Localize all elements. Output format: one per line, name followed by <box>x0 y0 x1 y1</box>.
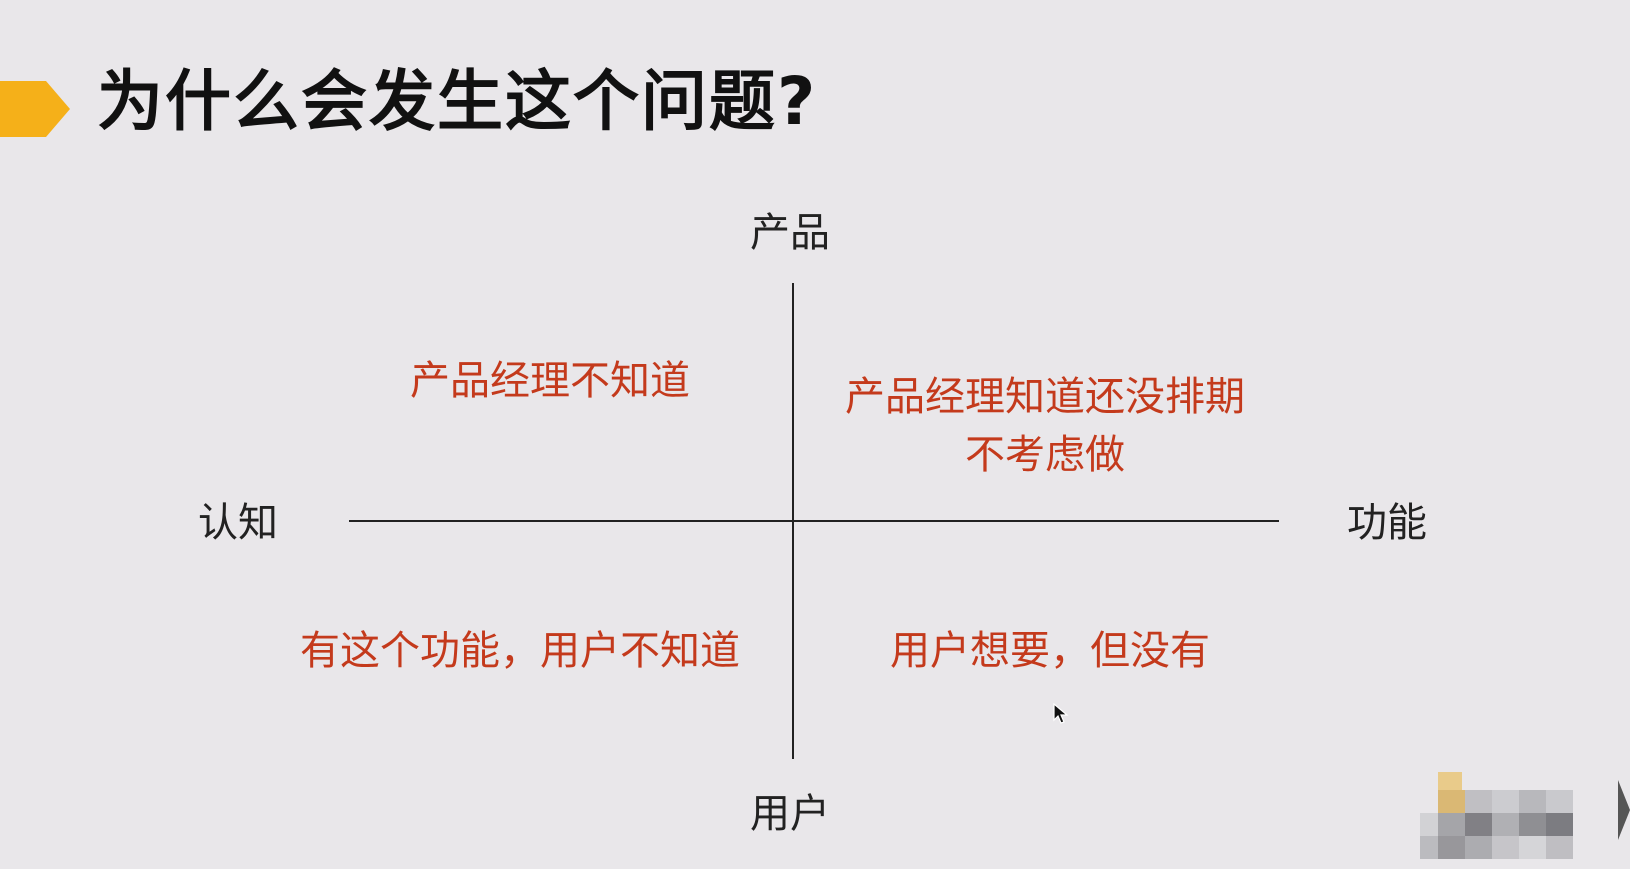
quadrant-bottom-right: 用户想要，但没有 <box>860 622 1240 680</box>
pixelated-thumbnail <box>1420 772 1582 864</box>
axis-label-bottom: 用户 <box>750 791 830 837</box>
quadrant-top-right-line-2: 不考虑做 <box>965 432 1125 478</box>
axis-label-top: 产品 <box>750 210 830 256</box>
slide: 为什么会发生这个问题? 产品 用户 认知 功能 产品经理不知道 产品经理知道还没… <box>0 0 1630 869</box>
quadrant-bottom-left-line-1: 有这个功能，用户不知道 <box>300 628 740 674</box>
mouse-pointer-icon <box>1053 702 1069 729</box>
quadrant-top-left: 产品经理不知道 <box>360 352 740 410</box>
horizontal-axis <box>349 520 1279 522</box>
quadrant-top-right-line-1: 产品经理知道还没排期 <box>845 374 1245 420</box>
quadrant-bottom-right-line-1: 用户想要，但没有 <box>890 628 1210 674</box>
quadrant-top-left-line-1: 产品经理不知道 <box>410 358 690 404</box>
side-arrow-icon <box>1618 780 1630 844</box>
axis-label-right: 功能 <box>1347 500 1427 546</box>
quadrant-bottom-left: 有这个功能，用户不知道 <box>280 622 760 680</box>
slide-title: 为什么会发生这个问题? <box>97 63 818 140</box>
quadrant-top-right: 产品经理知道还没排期 不考虑做 <box>820 368 1270 484</box>
axis-label-left: 认知 <box>198 500 278 546</box>
